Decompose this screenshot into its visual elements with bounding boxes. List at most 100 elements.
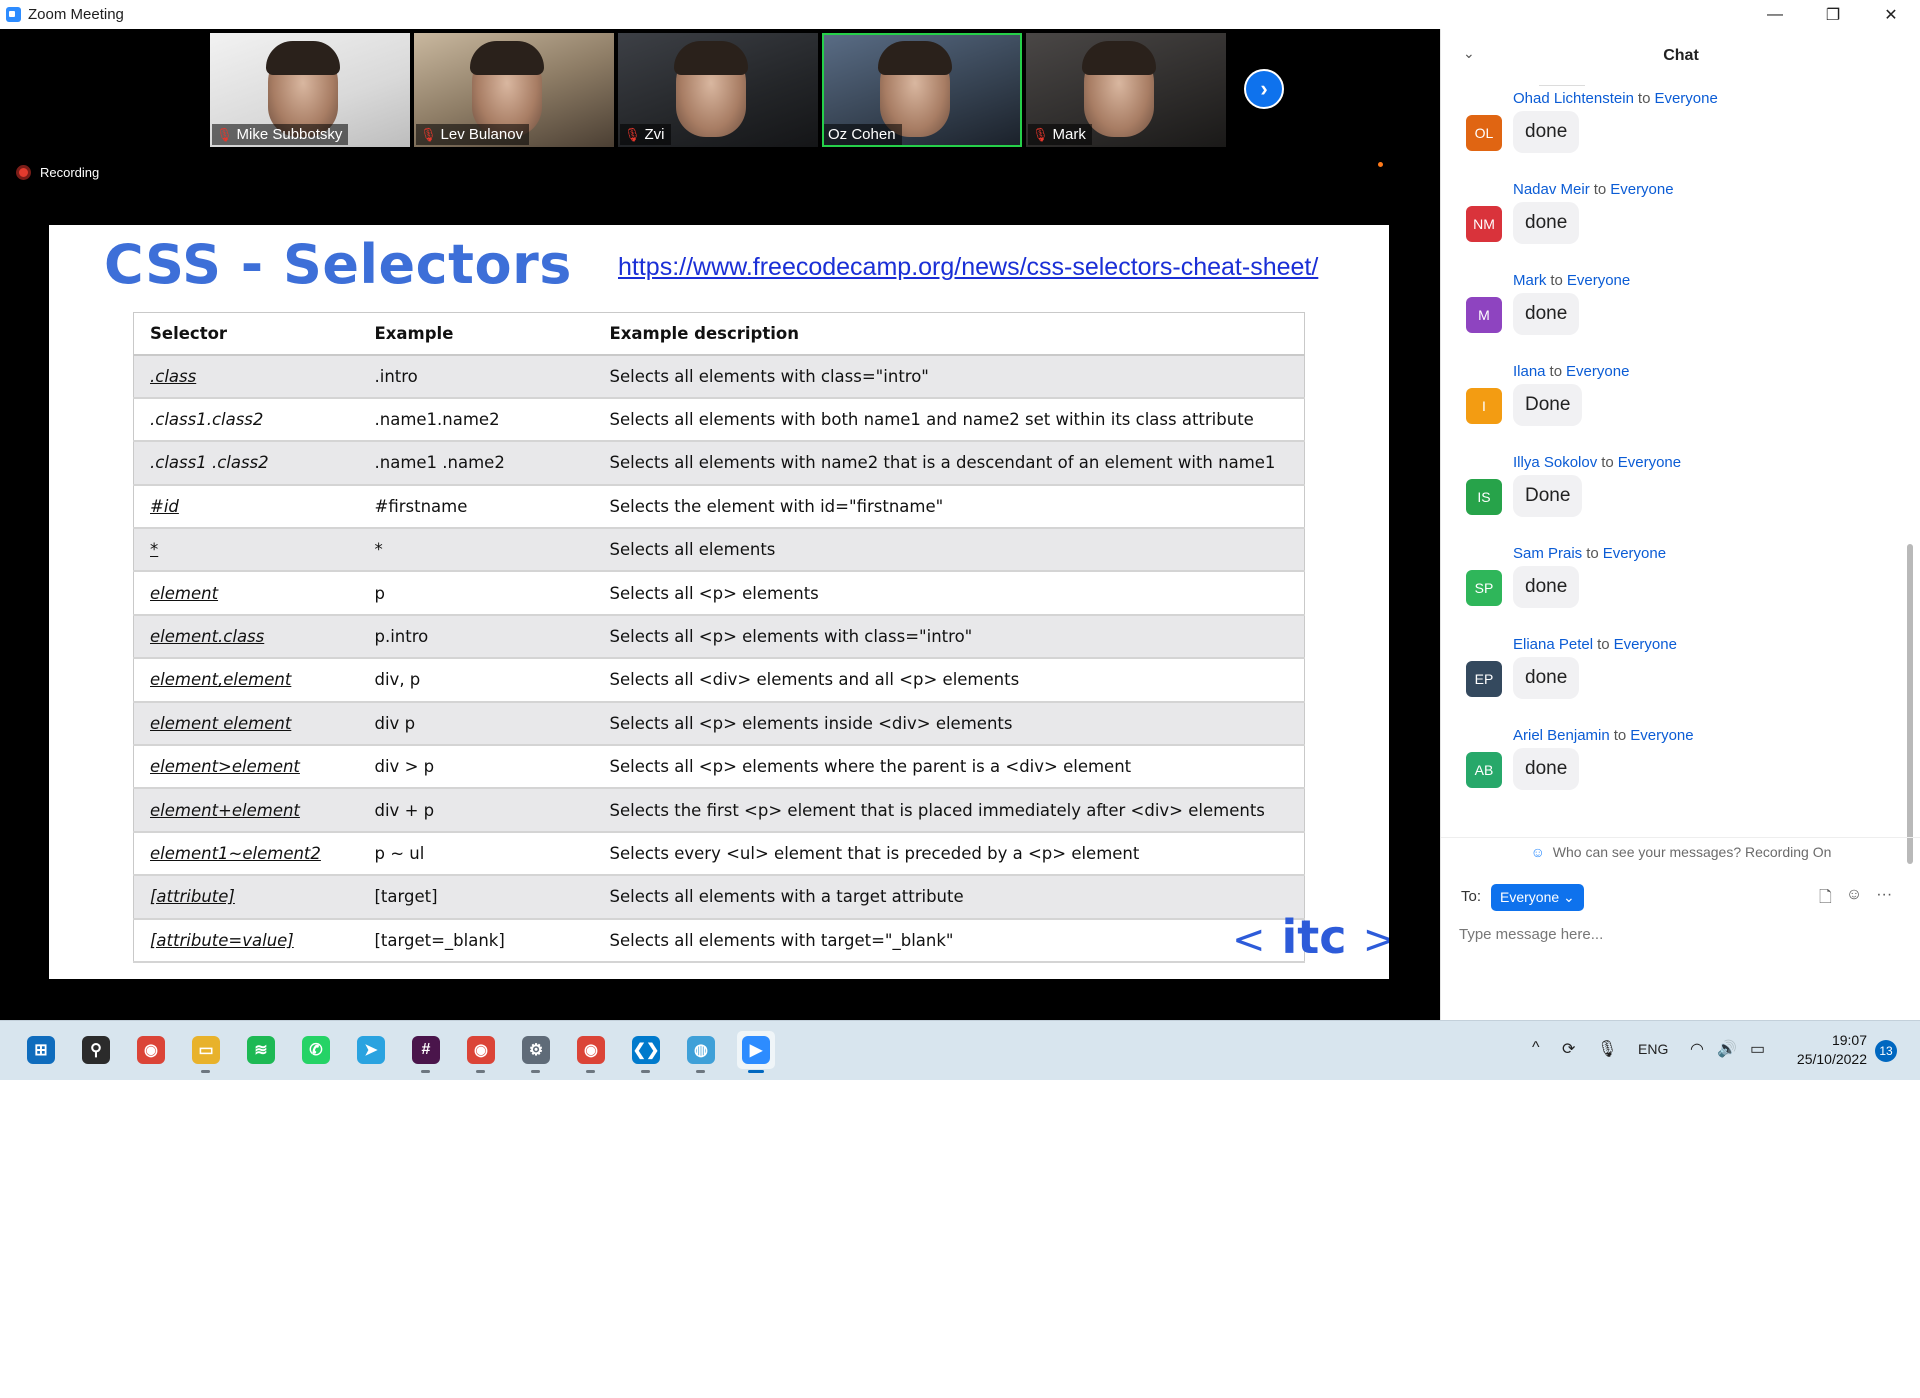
vscode-icon[interactable]: ❮❯	[627, 1031, 665, 1073]
gallery-next-page-button[interactable]: ›	[1244, 69, 1284, 109]
example-cell: p	[358, 571, 594, 616]
chat-recipient-name[interactable]: Everyone	[1566, 363, 1629, 380]
settings-icon[interactable]: ⚙	[517, 1031, 555, 1073]
participant-name: Zvi	[644, 126, 665, 143]
participant-video-hair	[878, 41, 952, 75]
running-indicator	[641, 1070, 650, 1073]
notification-count-badge[interactable]: 13	[1875, 1040, 1897, 1062]
selector-text: .class	[150, 366, 197, 386]
file-explorer-icon-glyph: ▭	[192, 1036, 220, 1064]
chat-message-header: Ariel Benjamin to Everyone	[1513, 727, 1694, 744]
participant-tile-active-speaker[interactable]: Oz Cohen	[822, 33, 1022, 147]
sync-icon[interactable]: ⟳	[1562, 1039, 1575, 1059]
chat-recipient-select[interactable]: Everyone ⌄	[1491, 884, 1584, 911]
selector-text: element+element	[150, 800, 300, 820]
volume-icon[interactable]: 🔊	[1717, 1039, 1737, 1059]
selector-text: [attribute=value]	[150, 930, 294, 950]
chat-message-bubble: done	[1513, 748, 1580, 790]
chat-tools: 🗋 ☺ ···	[1819, 886, 1892, 913]
chat-sender-name[interactable]: Ariel Benjamin	[1513, 727, 1610, 744]
recording-label: Recording	[40, 165, 100, 180]
participant-name: Lev Bulanov	[440, 126, 524, 143]
whatsapp-icon[interactable]: ✆	[297, 1031, 335, 1069]
clock-date: 25/10/2022	[1796, 1051, 1867, 1067]
telegram-icon[interactable]: ➤	[352, 1031, 390, 1069]
chat-message[interactable]: Sam Prais to Everyone SP done	[1466, 545, 1866, 636]
chat-message[interactable]: Ohad Lichtenstein to Everyone OL done	[1466, 90, 1866, 181]
chat-recipient-name[interactable]: Everyone	[1630, 727, 1693, 744]
microphone-icon[interactable]: 🎙	[1597, 1039, 1617, 1059]
participant-name-tag: Oz Cohen	[824, 124, 902, 145]
chat-to-word: to	[1550, 272, 1563, 289]
battery-icon[interactable]: ▭	[1750, 1039, 1765, 1059]
chrome-profile-icon[interactable]: ◉	[462, 1031, 500, 1073]
chat-scrollbar[interactable]	[1907, 544, 1913, 864]
chat-recipient-name[interactable]: Everyone	[1610, 181, 1673, 198]
participant-tile[interactable]: 🎙 Mike Subbotsky	[210, 33, 410, 147]
example-cell: p.intro	[358, 614, 594, 660]
running-indicator	[696, 1070, 705, 1073]
participant-tile[interactable]: 🎙 Mark	[1026, 33, 1226, 147]
chat-recipient-name[interactable]: Everyone	[1614, 636, 1677, 653]
chat-message[interactable]: Nadav Meir to Everyone NM done	[1466, 181, 1866, 272]
chat-recipient-name[interactable]: Everyone	[1603, 545, 1666, 562]
table-row: element,element div, p Selects all <div> e…	[133, 658, 1305, 703]
chevron-right-icon: ›	[1260, 76, 1268, 101]
participant-tile[interactable]: 🎙 Lev Bulanov	[414, 33, 614, 147]
chrome-icon[interactable]: ◉	[132, 1031, 170, 1069]
slack-icon[interactable]: #	[407, 1031, 445, 1073]
participant-tile[interactable]: 🎙 Zvi	[618, 33, 818, 147]
chat-message[interactable]: Ilana to Everyone I Done	[1466, 363, 1866, 454]
globe-app-icon[interactable]: ◍	[682, 1031, 720, 1073]
chat-visibility-note[interactable]: ☺ Who can see your messages? Recording O…	[1441, 844, 1920, 860]
chat-recipient-name[interactable]: Everyone	[1567, 272, 1630, 289]
selector-text: .class1 .class2	[150, 453, 269, 473]
clock-time: 19:07	[1831, 1032, 1867, 1048]
chat-message[interactable]: Ariel Benjamin to Everyone AB done	[1466, 727, 1866, 818]
table-row: [attribute=value] [target=_blank] Selects …	[133, 918, 1305, 963]
restore-button[interactable]: ❐	[1804, 0, 1862, 29]
chrome-alt-icon[interactable]: ◉	[572, 1031, 610, 1073]
chat-sender-name[interactable]: Ilana	[1513, 363, 1546, 380]
system-clock[interactable]: 19:07 25/10/2022	[1787, 1031, 1867, 1069]
selector-cell: element.class	[133, 614, 359, 660]
selector-cell: .class1.class2	[133, 397, 359, 443]
chat-message[interactable]: Eliana Petel to Everyone EP done	[1466, 636, 1866, 727]
chat-message[interactable]: Mark to Everyone Mdone	[1466, 272, 1866, 363]
chat-message[interactable]: Illya Sokolov to Everyone IS Done	[1466, 454, 1866, 545]
chat-visibility-text: Who can see your messages? Recording On	[1552, 844, 1832, 860]
file-explorer-icon[interactable]: ▭	[187, 1031, 225, 1073]
spotify-icon-glyph: ≋	[247, 1036, 275, 1064]
zoom-icon-glyph: ▶	[742, 1036, 770, 1064]
spotify-icon[interactable]: ≋	[242, 1031, 280, 1069]
chat-sender-name[interactable]: Eliana Petel	[1513, 636, 1593, 653]
example-cell: .name1.name2	[358, 397, 594, 443]
chat-recipient-name[interactable]: Everyone	[1654, 90, 1717, 107]
recording-indicator[interactable]: Recording	[16, 165, 99, 180]
start-icon[interactable]: ⊞	[22, 1031, 60, 1069]
chat-sender-name[interactable]: Illya Sokolov	[1513, 454, 1597, 471]
emoji-icon[interactable]: ☺	[1846, 886, 1862, 913]
wifi-icon[interactable]: ◠	[1690, 1039, 1704, 1059]
description-cell: Selects all elements with class="intro"	[593, 354, 1305, 399]
selector-cell: element,element	[133, 658, 359, 703]
chat-sender-name[interactable]: Nadav Meir	[1513, 181, 1590, 198]
file-icon[interactable]: 🗋	[1819, 886, 1832, 913]
zoom-icon[interactable]: ▶	[737, 1031, 775, 1073]
minimize-button[interactable]: —	[1746, 0, 1804, 29]
chat-sender-name[interactable]: Ohad Lichtenstein	[1513, 90, 1634, 107]
chat-message-input[interactable]	[1459, 919, 1889, 949]
chat-recipient-name[interactable]: Everyone	[1618, 454, 1681, 471]
muted-mic-icon: 🎙	[624, 127, 641, 142]
recording-dot-icon	[16, 165, 31, 180]
chat-sender-name[interactable]: Mark	[1513, 272, 1546, 289]
show-hidden-icons-icon[interactable]: ^	[1532, 1039, 1540, 1057]
search-icon[interactable]: ⚲	[77, 1031, 115, 1069]
close-button[interactable]: ✕	[1862, 0, 1920, 29]
input-language[interactable]: ENG	[1638, 1041, 1668, 1057]
chat-sender-name[interactable]: Sam Prais	[1513, 545, 1582, 562]
chat-to-word: to	[1549, 363, 1563, 380]
chat-message-header: Illya Sokolov to Everyone	[1513, 454, 1681, 471]
more-options-icon[interactable]: ···	[1876, 886, 1892, 913]
participant-video-hair	[674, 41, 748, 75]
